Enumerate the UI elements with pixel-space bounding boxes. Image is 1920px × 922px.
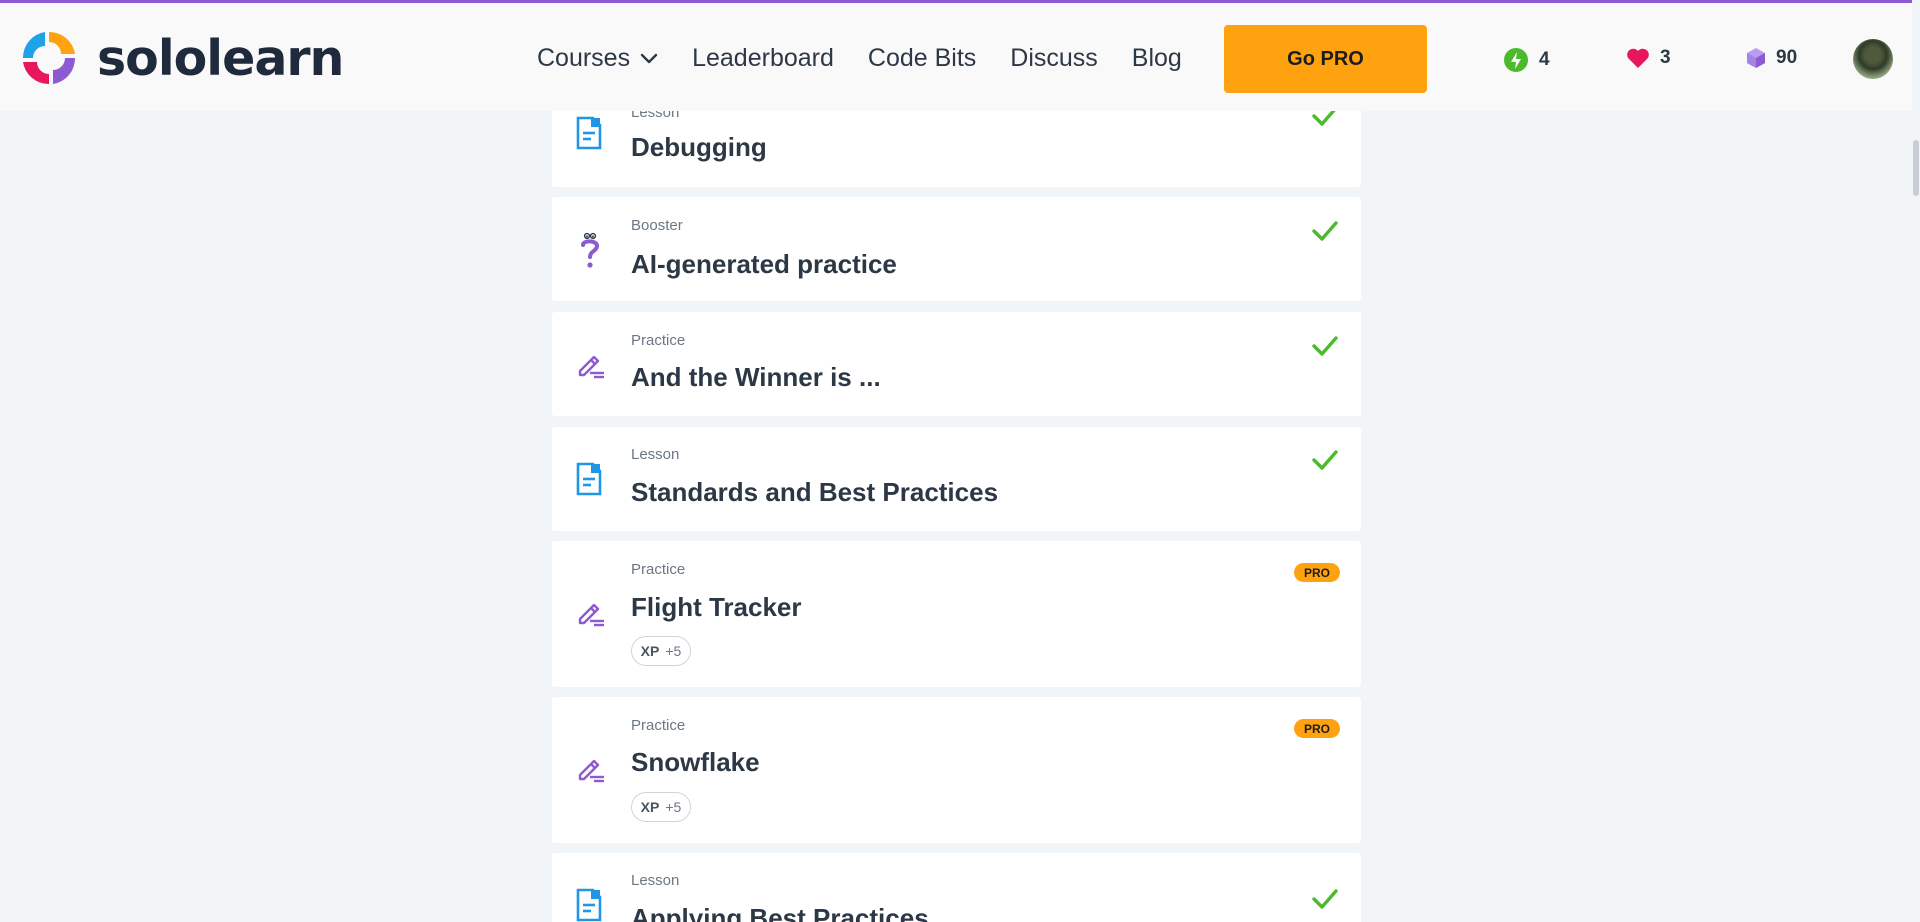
list-item[interactable]: Practice Flight Tracker PRO XP +5 (552, 541, 1361, 687)
xp-reward-pill: XP +5 (631, 636, 691, 666)
xp-value: +5 (665, 643, 682, 659)
list-item[interactable]: Lesson Standards and Best Practices (552, 427, 1361, 531)
item-type: Practice (631, 332, 686, 349)
list-item[interactable]: Lesson Applying Best Practices (552, 853, 1361, 922)
item-title: Flight Tracker (631, 592, 802, 622)
list-item[interactable]: Practice Snowflake PRO XP +5 (552, 697, 1361, 843)
list-item[interactable]: Booster AI-generated practice (552, 197, 1361, 301)
item-title: Snowflake (631, 747, 760, 777)
check-icon (1312, 336, 1338, 361)
nav-discuss[interactable]: Discuss (1010, 41, 1098, 75)
hearts-count: 3 (1660, 47, 1671, 68)
item-type: Practice (631, 717, 686, 734)
pro-badge: PRO (1294, 563, 1340, 582)
check-icon (1312, 450, 1338, 475)
lesson-icon (576, 888, 602, 922)
user-avatar[interactable] (1853, 39, 1893, 79)
nav-courses-label: Courses (537, 44, 631, 72)
xp-reward-pill: XP +5 (631, 792, 691, 822)
heart-icon (1627, 48, 1649, 68)
check-icon (1312, 889, 1338, 914)
xp-label: XP (640, 643, 660, 659)
nav-code-bits[interactable]: Code Bits (868, 41, 976, 75)
item-title: And the Winner is ... (631, 362, 881, 392)
brand-name: sololearn (97, 29, 344, 87)
item-type: Booster (631, 217, 683, 234)
top-navbar: sololearn Courses Leaderboard Code Bits … (0, 0, 1912, 111)
item-title: Applying Best Practices (631, 903, 929, 922)
booster-icon (576, 232, 604, 275)
gem-cube-icon (1747, 48, 1765, 68)
page-scrollbar[interactable] (1912, 0, 1920, 922)
item-title: Debugging (631, 132, 767, 162)
main-nav: Courses Leaderboard Code Bits Discuss Bl… (537, 41, 1216, 75)
nav-blog[interactable]: Blog (1132, 41, 1182, 75)
nav-courses[interactable]: Courses (537, 41, 658, 75)
go-pro-button[interactable]: Go PRO (1224, 25, 1427, 93)
item-title: Standards and Best Practices (631, 477, 999, 507)
sololearn-logo[interactable]: sololearn (19, 28, 344, 88)
chevron-down-icon (640, 53, 658, 64)
gems-counter[interactable]: 90 (1746, 47, 1797, 69)
item-title: AI-generated practice (631, 249, 897, 279)
check-icon (1312, 221, 1338, 246)
nav-leaderboard[interactable]: Leaderboard (692, 41, 834, 75)
item-type: Lesson (631, 446, 680, 463)
pro-badge: PRO (1294, 719, 1340, 738)
gems-count: 90 (1776, 47, 1798, 68)
streak-count: 4 (1539, 49, 1550, 70)
streak-counter[interactable]: 4 (1503, 47, 1550, 73)
lesson-icon (576, 116, 602, 155)
scrollbar-thumb[interactable] (1913, 140, 1919, 196)
lightning-icon (1504, 48, 1528, 72)
item-type: Lesson (631, 872, 680, 889)
practice-icon (576, 597, 606, 632)
practice-icon (576, 349, 606, 384)
xp-label: XP (640, 799, 660, 815)
list-item[interactable]: Practice And the Winner is ... (552, 312, 1361, 416)
xp-value: +5 (665, 799, 682, 815)
lesson-icon (576, 462, 602, 501)
sololearn-logo-icon (22, 31, 76, 85)
item-type: Practice (631, 561, 686, 578)
hearts-counter[interactable]: 3 (1626, 47, 1671, 69)
practice-icon (576, 753, 606, 788)
